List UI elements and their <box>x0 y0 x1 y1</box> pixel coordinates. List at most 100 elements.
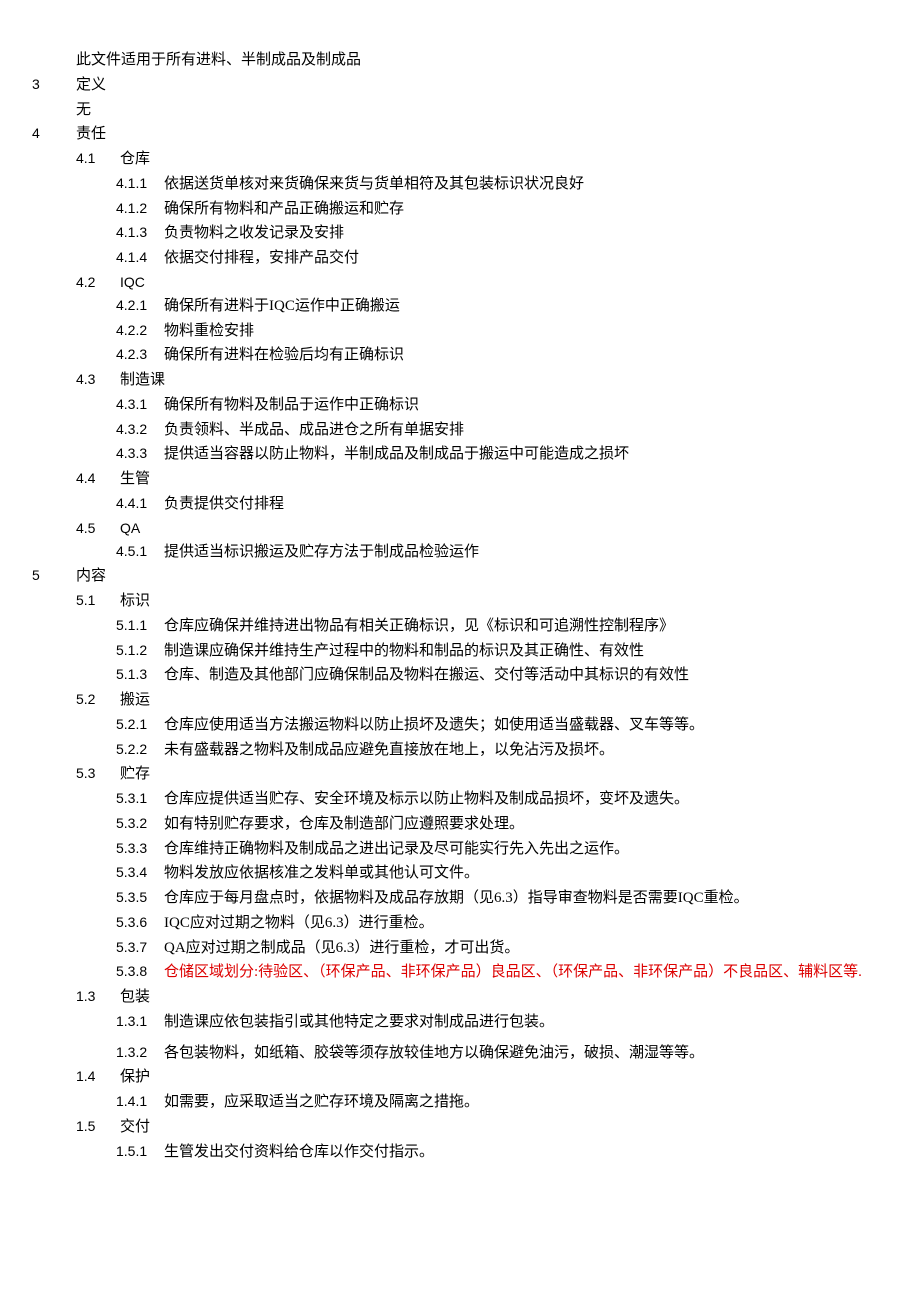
t51: 标识 <box>120 589 888 614</box>
n534: 5.3.4 <box>116 861 164 884</box>
n131: 1.3.1 <box>116 1010 164 1033</box>
item-5-3: 5.3贮存 <box>76 762 888 787</box>
n536: 5.3.6 <box>116 911 164 934</box>
item-5-3-3: 5.3.3仓库维持正确物料及制成品之进出记录及尽可能实行先入先出之运作。 <box>116 837 888 862</box>
n41: 4.1 <box>76 147 120 170</box>
t13: 包装 <box>120 985 888 1010</box>
n43: 4.3 <box>76 368 120 391</box>
t53: 贮存 <box>120 762 888 787</box>
sec3-body-text: 无 <box>76 102 91 118</box>
item-5-3-1: 5.3.1仓库应提供适当贮存、安全环境及标示以防止物料及制成品损坏，变坏及遗失。 <box>116 787 888 812</box>
n414: 4.1.4 <box>116 246 164 269</box>
t512: 制造课应确保并维持生产过程中的物料和制品的标识及其正确性、有效性 <box>164 639 888 664</box>
t131: 制造课应依包装指引或其他特定之要求对制成品进行包装。 <box>164 1010 888 1035</box>
n433: 4.3.3 <box>116 442 164 465</box>
item-5-1-1: 5.1.1仓库应确保并维持进出物品有相关正确标识，见《标识和可追溯性控制程序》 <box>116 614 888 639</box>
item-4-1-4: 4.1.4依据交付排程，安排产品交付 <box>116 246 888 271</box>
n531: 5.3.1 <box>116 787 164 810</box>
item-5-3-5: 5.3.5仓库应于每月盘点时，依据物料及成品存放期（见6.3）指导审查物料是否需… <box>116 886 888 911</box>
n538: 5.3.8 <box>116 960 164 983</box>
t421: 确保所有进料于IQC运作中正确搬运 <box>164 294 888 319</box>
n42: 4.2 <box>76 271 120 294</box>
t532: 如有特别贮存要求，仓库及制造部门应遵照要求处理。 <box>164 812 888 837</box>
t432: 负责领料、半成品、成品进仓之所有单据安排 <box>164 418 888 443</box>
n15: 1.5 <box>76 1115 120 1138</box>
item-4-1-2: 4.1.2确保所有物料和产品正确搬运和贮存 <box>116 197 888 222</box>
sec5-title: 内容 <box>76 564 888 589</box>
n44: 4.4 <box>76 467 120 490</box>
t536: IQC应对过期之物料（见6.3）进行重检。 <box>164 911 888 936</box>
sec3-num: 3 <box>32 73 76 96</box>
t411: 依据送货单核对来货确保来货与货单相符及其包装标识状况良好 <box>164 172 888 197</box>
item-4-1-3: 4.1.3负责物料之收发记录及安排 <box>116 221 888 246</box>
item-1-3-1: 1.3.1制造课应依包装指引或其他特定之要求对制成品进行包装。 <box>116 1010 888 1035</box>
n132: 1.3.2 <box>116 1041 164 1064</box>
t422: 物料重检安排 <box>164 319 888 344</box>
t412: 确保所有物料和产品正确搬运和贮存 <box>164 197 888 222</box>
t431: 确保所有物料及制品于运作中正确标识 <box>164 393 888 418</box>
n532: 5.3.2 <box>116 812 164 835</box>
n51: 5.1 <box>76 589 120 612</box>
t533: 仓库维持正确物料及制成品之进出记录及尽可能实行先入先出之运作。 <box>164 837 888 862</box>
item-5-3-6: 5.3.6IQC应对过期之物料（见6.3）进行重检。 <box>116 911 888 936</box>
item-1-5: 1.5交付 <box>76 1115 888 1140</box>
item-4-3: 4.3制造课 <box>76 368 888 393</box>
n521: 5.2.1 <box>116 713 164 736</box>
t534: 物料发放应依据核准之发料单或其他认可文件。 <box>164 861 888 886</box>
n423: 4.2.3 <box>116 343 164 366</box>
item-1-4: 1.4保护 <box>76 1065 888 1090</box>
n522: 5.2.2 <box>116 738 164 761</box>
item-5-3-2: 5.3.2如有特别贮存要求，仓库及制造部门应遵照要求处理。 <box>116 812 888 837</box>
item-5-3-4: 5.3.4物料发放应依据核准之发料单或其他认可文件。 <box>116 861 888 886</box>
n413: 4.1.3 <box>116 221 164 244</box>
item-5-2-1: 5.2.1仓库应使用适当方法搬运物料以防止损坏及遗失；如使用适当盛载器、叉车等等… <box>116 713 888 738</box>
n441: 4.4.1 <box>116 492 164 515</box>
item-4-2-1: 4.2.1确保所有进料于IQC运作中正确搬运 <box>116 294 888 319</box>
t451: 提供适当标识搬运及贮存方法于制成品检验运作 <box>164 540 888 565</box>
t15: 交付 <box>120 1115 888 1140</box>
sec4-num: 4 <box>32 122 76 145</box>
t141: 如需要，应采取适当之贮存环境及隔离之措拖。 <box>164 1090 888 1115</box>
section-4: 4责任 <box>32 122 888 147</box>
item-4-2: 4.2IQC <box>76 271 888 294</box>
t441: 负责提供交付排程 <box>164 492 888 517</box>
t522: 未有盛载器之物料及制成品应避免直接放在地上，以免沾污及损坏。 <box>164 738 888 763</box>
t535: 仓库应于每月盘点时，依据物料及成品存放期（见6.3）指导审查物料是否需要IQC重… <box>164 886 888 911</box>
t44: 生管 <box>120 467 888 492</box>
item-4-5-1: 4.5.1提供适当标识搬运及贮存方法于制成品检验运作 <box>116 540 888 565</box>
t423: 确保所有进料在检验后均有正确标识 <box>164 343 888 368</box>
item-5-3-7: 5.3.7QA应对过期之制成品（见6.3）进行重检，才可出货。 <box>116 936 888 961</box>
t41: 仓库 <box>120 147 888 172</box>
t433: 提供适当容器以防止物料，半制成品及制成品于搬运中可能造成之损坏 <box>164 442 888 467</box>
n13: 1.3 <box>76 985 120 1008</box>
item-5-2: 5.2搬运 <box>76 688 888 713</box>
n535: 5.3.5 <box>116 886 164 909</box>
section-5: 5内容 <box>32 564 888 589</box>
item-4-5: 4.5QA <box>76 517 888 540</box>
n45: 4.5 <box>76 517 120 540</box>
n512: 5.1.2 <box>116 639 164 662</box>
t132: 各包装物料，如纸箱、胶袋等须存放较佳地方以确保避免油污，破损、潮湿等等。 <box>164 1041 888 1066</box>
t513: 仓库、制造及其他部门应确保制品及物料在搬运、交付等活动中其标识的有效性 <box>164 663 888 688</box>
n151: 1.5.1 <box>116 1140 164 1163</box>
item-4-3-3: 4.3.3提供适当容器以防止物料，半制成品及制成品于搬运中可能造成之损坏 <box>116 442 888 467</box>
t538: 仓储区域划分:待验区、（环保产品、非环保产品）良品区、（环保产品、非环保产品）不… <box>164 960 888 985</box>
t521: 仓库应使用适当方法搬运物料以防止损坏及遗失；如使用适当盛载器、叉车等等。 <box>164 713 888 738</box>
item-5-1-3: 5.1.3仓库、制造及其他部门应确保制品及物料在搬运、交付等活动中其标识的有效性 <box>116 663 888 688</box>
t14: 保护 <box>120 1065 888 1090</box>
n141: 1.4.1 <box>116 1090 164 1113</box>
t511: 仓库应确保并维持进出物品有相关正确标识，见《标识和可追溯性控制程序》 <box>164 614 888 639</box>
item-5-1: 5.1标识 <box>76 589 888 614</box>
n422: 4.2.2 <box>116 319 164 342</box>
n537: 5.3.7 <box>116 936 164 959</box>
item-4-4: 4.4生管 <box>76 467 888 492</box>
item-1-3-2: 1.3.2各包装物料，如纸箱、胶袋等须存放较佳地方以确保避免油污，破损、潮湿等等… <box>116 1041 888 1066</box>
item-4-3-1: 4.3.1确保所有物料及制品于运作中正确标识 <box>116 393 888 418</box>
sec3-body: 无 <box>76 98 888 123</box>
t45: QA <box>120 517 888 540</box>
n511: 5.1.1 <box>116 614 164 637</box>
item-4-4-1: 4.4.1负责提供交付排程 <box>116 492 888 517</box>
t43: 制造课 <box>120 368 888 393</box>
t531: 仓库应提供适当贮存、安全环境及标示以防止物料及制成品损坏，变坏及遗失。 <box>164 787 888 812</box>
t413: 负责物料之收发记录及安排 <box>164 221 888 246</box>
